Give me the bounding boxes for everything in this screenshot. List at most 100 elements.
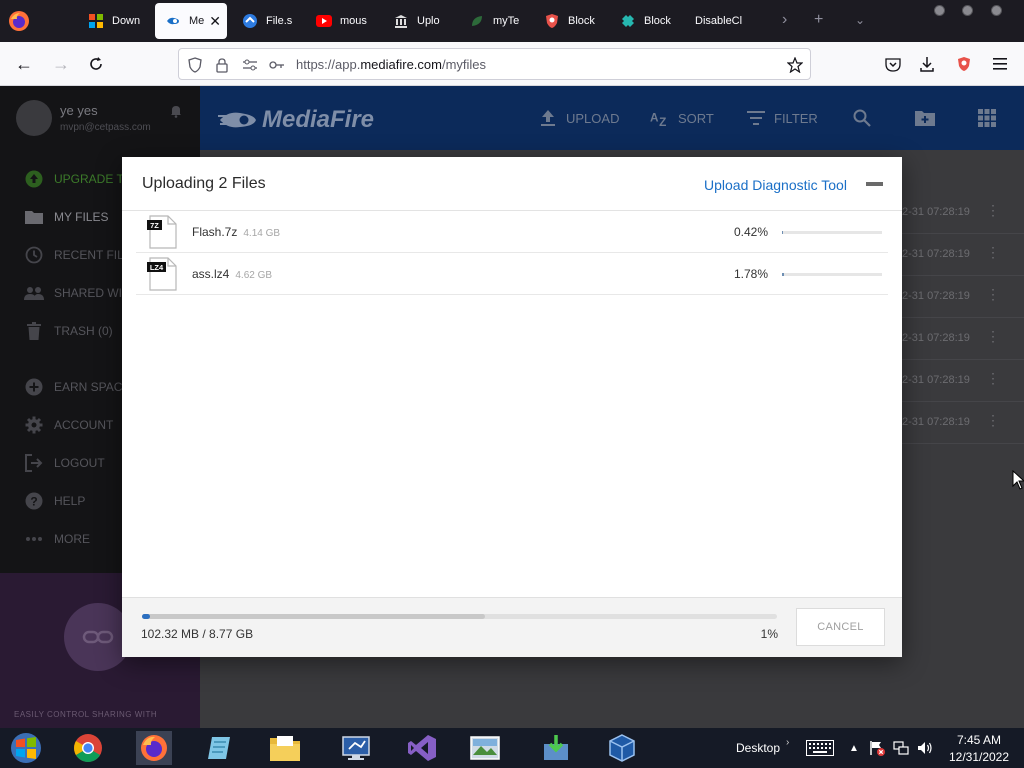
- sidebar-item-label: UPGRADE T: [54, 172, 124, 186]
- list-tabs-icon[interactable]: ⌄: [855, 13, 865, 27]
- mediafire-header: MediaFire UPLOAD AZ SORT FILTER: [200, 86, 1024, 150]
- cancel-button[interactable]: CANCEL: [796, 608, 885, 646]
- sidebar-item-trash[interactable]: TRASH (0): [24, 320, 113, 342]
- bookmark-star-icon[interactable]: [786, 56, 804, 74]
- visual-studio-icon[interactable]: [404, 731, 440, 765]
- sidebar-item-my-files[interactable]: MY FILES: [24, 206, 108, 228]
- upload-diagnostic-link[interactable]: Upload Diagnostic Tool: [704, 177, 847, 193]
- new-tab-icon[interactable]: +: [814, 11, 823, 29]
- tray-expand-icon[interactable]: ▲: [845, 739, 863, 757]
- tab-mediafire[interactable]: Me ✕: [155, 3, 227, 39]
- close-icon[interactable]: ✕: [209, 13, 221, 30]
- desktop-toolbar-label[interactable]: Desktop: [736, 741, 780, 755]
- back-arrow-icon[interactable]: ←: [13, 53, 35, 75]
- upload-file-percent: 0.42%: [733, 225, 768, 239]
- upload-file-name: Flash.7z: [192, 225, 238, 239]
- reload-icon[interactable]: [85, 53, 107, 75]
- table-row[interactable]: 2-31 07:28:19 ⋮: [902, 402, 1024, 444]
- more-vert-icon[interactable]: ⋮: [986, 412, 1000, 429]
- tab-scroll-right-icon[interactable]: ›: [782, 11, 787, 29]
- sidebar-item-help[interactable]: ? HELP: [24, 490, 85, 512]
- flag-alert-icon[interactable]: [868, 739, 886, 757]
- more-vert-icon[interactable]: ⋮: [986, 244, 1000, 261]
- permissions-icon[interactable]: [241, 56, 259, 74]
- more-vert-icon[interactable]: ⋮: [986, 202, 1000, 219]
- tab-file-share[interactable]: File.s: [232, 3, 302, 39]
- volume-icon[interactable]: [916, 739, 934, 757]
- tracking-shield-icon[interactable]: [186, 56, 204, 74]
- filter-label: FILTER: [774, 110, 818, 126]
- photos-icon[interactable]: [467, 731, 503, 765]
- upload-file-name-row: ass.lz4 4.62 GB: [192, 267, 272, 281]
- table-row[interactable]: 2-31 07:28:19 ⋮: [902, 234, 1024, 276]
- tab-youtube[interactable]: mous: [306, 3, 376, 39]
- file-date: 2-31 07:28:19: [902, 290, 970, 302]
- file-explorer-icon[interactable]: [267, 731, 303, 765]
- sidebar-item-account[interactable]: ACCOUNT: [24, 414, 113, 436]
- mediafire-logo[interactable]: MediaFire: [218, 106, 374, 134]
- sidebar-item-upgrade[interactable]: UPGRADE T: [24, 168, 124, 190]
- bell-icon[interactable]: [170, 104, 182, 118]
- avatar[interactable]: [16, 100, 52, 136]
- url-text[interactable]: https://app.mediafire.com/myfiles: [296, 57, 486, 72]
- tab-mytest[interactable]: myTe: [459, 3, 529, 39]
- window-minimize-button[interactable]: [934, 5, 945, 16]
- tab-label: Down: [112, 15, 141, 27]
- sidebar-item-logout[interactable]: LOGOUT: [24, 452, 105, 474]
- grid-view-icon[interactable]: [976, 107, 998, 129]
- table-row[interactable]: 2-31 07:28:19 ⋮: [902, 192, 1024, 234]
- filter-button[interactable]: FILTER: [746, 108, 818, 128]
- key-icon[interactable]: [268, 56, 286, 74]
- virtualbox-icon[interactable]: [604, 731, 640, 765]
- filter-icon: [746, 108, 766, 128]
- table-row[interactable]: 2-31 07:28:19 ⋮: [902, 276, 1024, 318]
- file-7z-icon: 7Z: [147, 215, 177, 249]
- more-vert-icon[interactable]: ⋮: [986, 370, 1000, 387]
- sidebar-item-earn-space[interactable]: EARN SPAC: [24, 376, 122, 398]
- mouse-cursor-icon: [1012, 470, 1024, 490]
- tab-upload[interactable]: Uplo: [383, 3, 453, 39]
- start-button-icon[interactable]: [8, 731, 44, 765]
- downloads-icon[interactable]: [916, 53, 938, 75]
- url-bar[interactable]: https://app.mediafire.com/myfiles: [178, 48, 811, 80]
- sort-button[interactable]: AZ SORT: [650, 108, 714, 129]
- lock-icon[interactable]: [213, 56, 231, 74]
- minimize-icon[interactable]: [866, 182, 883, 186]
- more-vert-icon[interactable]: ⋮: [986, 328, 1000, 345]
- table-row[interactable]: 2-31 07:28:19 ⋮: [902, 318, 1024, 360]
- remote-desktop-icon[interactable]: [338, 731, 374, 765]
- search-icon[interactable]: [851, 107, 873, 129]
- hamburger-menu-icon[interactable]: [989, 53, 1011, 75]
- clock-time[interactable]: 7:45 AM: [944, 733, 1014, 747]
- extension-shield-icon[interactable]: [953, 53, 975, 75]
- tab-block-2[interactable]: Block: [610, 3, 682, 39]
- window-maximize-button[interactable]: [962, 5, 973, 16]
- sidebar-item-shared[interactable]: SHARED WI: [24, 282, 122, 304]
- chevron-right-icon[interactable]: ›: [786, 737, 789, 748]
- tab-downloads[interactable]: Down: [78, 3, 148, 39]
- tab-disable[interactable]: DisableCl: [685, 3, 755, 39]
- keyboard-icon[interactable]: [806, 739, 834, 757]
- new-folder-icon[interactable]: [914, 107, 936, 129]
- chrome-icon[interactable]: [70, 731, 106, 765]
- more-dots-icon: [24, 529, 44, 549]
- pocket-icon[interactable]: [882, 53, 904, 75]
- table-row[interactable]: 2-31 07:28:19 ⋮: [902, 360, 1024, 402]
- firefox-taskbar-icon[interactable]: [136, 731, 172, 765]
- sidebar-item-recent-files[interactable]: RECENT FIL: [24, 244, 124, 266]
- tab-block-1[interactable]: Block: [534, 3, 606, 39]
- network-icon[interactable]: [892, 739, 910, 757]
- more-vert-icon[interactable]: ⋮: [986, 286, 1000, 303]
- upload-button[interactable]: UPLOAD: [538, 108, 619, 128]
- window-close-button[interactable]: [991, 5, 1002, 16]
- upload-file-size: 4.62 GB: [235, 270, 273, 281]
- upload-dialog: Uploading 2 Files Upload Diagnostic Tool…: [122, 157, 902, 657]
- installer-icon[interactable]: [538, 731, 574, 765]
- upload-file-name: ass.lz4: [192, 267, 230, 281]
- clock-date[interactable]: 12/31/2022: [944, 750, 1014, 764]
- notepad-icon[interactable]: [202, 731, 238, 765]
- svg-text:?: ?: [30, 495, 37, 509]
- forward-arrow-icon[interactable]: →: [50, 53, 72, 75]
- firefox-logo-icon[interactable]: [8, 10, 30, 32]
- sidebar-item-more[interactable]: MORE: [24, 528, 90, 550]
